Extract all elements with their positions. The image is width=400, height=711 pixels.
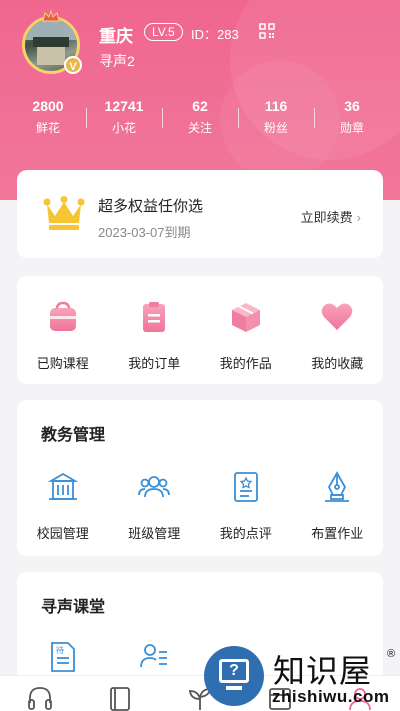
class-management-button[interactable]: 班级管理 [109,470,201,542]
quick-label: 已购课程 [36,356,89,371]
review-doc-icon [233,472,258,502]
pen-nib-icon [325,471,350,502]
vip-badge: V [64,56,82,74]
crown-badge-icon [42,10,60,22]
stat-medals[interactable]: 36 勋章 [314,98,390,136]
user-subtitle: 寻声2 [99,53,135,69]
tab-books[interactable] [80,676,160,711]
watermark-chinese-text: 知识屋 [273,652,373,690]
vip-card[interactable]: 超多权益任你选 2023-03-07到期 立即续费 › [17,170,383,258]
assign-homework-button[interactable]: 布置作业 [292,470,384,542]
edu-label: 校园管理 [36,526,89,541]
cube-icon [231,303,260,332]
school-building-icon [47,472,79,500]
my-works-button[interactable]: 我的作品 [200,300,292,372]
tab-listen[interactable] [0,676,80,711]
watermark-logo-icon: ? [204,646,264,706]
section-title: 寻声课堂 [41,599,106,616]
avatar[interactable]: V [18,10,88,76]
stat-label: 勋章 [339,121,364,135]
vip-expire-date: 2023-03-07到期 [98,225,191,240]
stat-label: 关注 [187,121,212,135]
my-favorites-button[interactable]: 我的收藏 [292,300,384,372]
stat-label: 小花 [111,121,136,135]
user-id: ID：283 [191,27,239,42]
my-reviews-button[interactable]: 我的点评 [200,470,292,542]
stat-label: 粉丝 [263,121,288,135]
quick-label: 我的收藏 [311,356,364,371]
quick-actions-card: 已购课程 我的订单 我的作品 我的收藏 [17,276,383,384]
campus-management-button[interactable]: 校园管理 [17,470,109,542]
stat-value: 62 [192,98,208,114]
crown-icon [43,196,85,230]
purchased-courses-button[interactable]: 已购课程 [17,300,109,372]
stat-value: 12741 [104,98,144,114]
doc-icon: 待 [50,642,75,672]
heart-icon [321,303,353,330]
user-list-icon [140,644,168,668]
edu-label: 我的点评 [219,526,272,541]
chevron-right-icon: › [356,210,361,225]
edu-label: 班级管理 [128,526,181,541]
stats-row: 2800 鲜花 12741 小花 62 关注 116 粉丝 36 勋章 [0,98,400,142]
doc-icon-text: 待 [56,645,64,655]
quick-label: 我的作品 [219,356,272,371]
qr-code-icon[interactable] [259,23,275,39]
renew-label: 立即续费 [300,210,353,225]
vip-title: 超多权益任你选 [98,198,204,215]
stat-following[interactable]: 62 关注 [162,98,238,136]
book-icon [110,687,130,711]
stat-flowers[interactable]: 2800 鲜花 [10,98,86,136]
academic-management-card: 教务管理 校园管理 班级管理 我的点评 布置作业 [17,400,383,556]
classroom-item-pending[interactable]: 待 [17,640,109,679]
bag-icon [49,301,76,331]
edu-label: 布置作业 [311,526,364,541]
renew-button[interactable]: 立即续费 › [301,207,361,226]
watermark-domain-text: zhishiwu.com [272,687,390,706]
watermark-question-mark: ? [219,659,249,683]
quick-label: 我的订单 [128,356,181,371]
level-badge: LV.5 [144,23,183,41]
stat-value: 36 [344,98,360,114]
stat-value: 116 [264,98,288,114]
stat-value: 2800 [32,98,64,114]
section-title: 教务管理 [41,427,106,444]
watermark-registered-mark: ® [387,648,396,660]
classroom-item-users[interactable] [109,640,201,679]
stat-fans[interactable]: 116 粉丝 [238,98,314,136]
user-name: 重庆 [99,27,133,46]
stat-small-flowers[interactable]: 12741 小花 [86,98,162,136]
group-icon [138,476,171,498]
headphones-icon [28,687,52,710]
stat-label: 鲜花 [35,121,60,135]
clipboard-icon [143,302,166,332]
watermark: ? 知识屋 ® zhishiwu.com [200,640,400,711]
my-orders-button[interactable]: 我的订单 [109,300,201,372]
